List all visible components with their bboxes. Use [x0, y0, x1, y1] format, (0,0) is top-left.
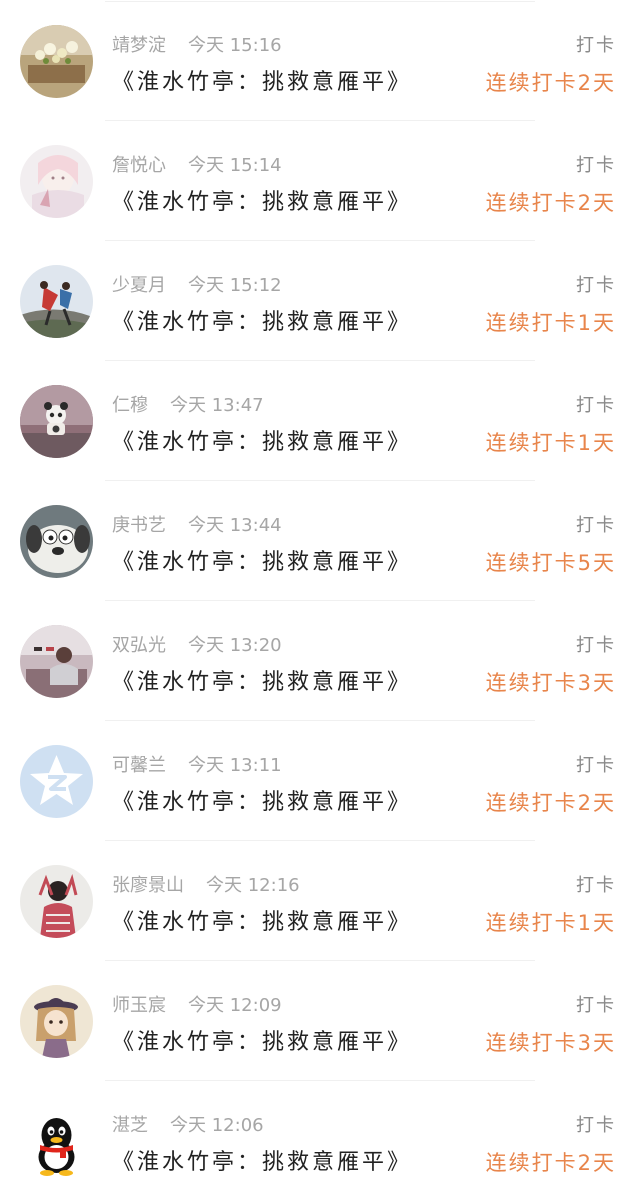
- checkin-time: 今天 13:20: [188, 635, 282, 656]
- checkin-label: 打卡: [576, 875, 616, 896]
- checkin-item[interactable]: 双弘光 今天 13:20 《淮水竹亭：挑救意雁平》 打卡 连续打卡3天: [0, 600, 640, 721]
- course-title[interactable]: 《淮水竹亭：挑救意雁平》: [112, 662, 412, 698]
- checkin-item[interactable]: 仁穆 今天 13:47 《淮水竹亭：挑救意雁平》 打卡 连续打卡1天: [0, 360, 640, 481]
- checkin-meta: 可馨兰 今天 13:11: [112, 750, 282, 778]
- checkin-item[interactable]: 少夏月 今天 15:12 《淮水竹亭：挑救意雁平》 打卡 连续打卡1天: [0, 240, 640, 361]
- anime-illustration-avatar[interactable]: [20, 145, 93, 218]
- username[interactable]: 詹悦心: [112, 151, 166, 177]
- checkin-meta: 仁穆 今天 13:47: [112, 390, 264, 418]
- checkin-time: 今天 15:16: [188, 35, 282, 56]
- dancing-couple-icon: [20, 265, 93, 338]
- checkin-item[interactable]: 湛芝 今天 12:06 《淮水竹亭：挑救意雁平》 打卡 连续打卡2天: [0, 1080, 640, 1200]
- qzone-star-avatar[interactable]: [20, 745, 93, 818]
- course-title[interactable]: 《淮水竹亭：挑救意雁平》: [112, 1142, 412, 1178]
- course-title[interactable]: 《淮水竹亭：挑救意雁平》: [112, 182, 412, 218]
- person-photo-avatar[interactable]: [20, 625, 93, 698]
- streak-count: 连续打卡5天: [485, 551, 616, 575]
- anime-illustration-icon: [20, 145, 93, 218]
- checkin-label: 打卡: [576, 275, 616, 296]
- person-photo-icon: [20, 625, 93, 698]
- streak-count: 连续打卡2天: [485, 71, 616, 95]
- checkin-meta: 庚书艺 今天 13:44: [112, 510, 282, 538]
- qzone-star-icon: [20, 745, 93, 818]
- course-title[interactable]: 《淮水竹亭：挑救意雁平》: [112, 902, 412, 938]
- streak-count: 连续打卡2天: [485, 791, 616, 815]
- checkin-meta: 詹悦心 今天 15:14: [112, 150, 282, 178]
- checkin-time: 今天 12:16: [206, 875, 300, 896]
- course-title[interactable]: 《淮水竹亭：挑救意雁平》: [112, 422, 412, 458]
- checkin-item[interactable]: 张廖景山 今天 12:16 《淮水竹亭：挑救意雁平》 打卡 连续打卡1天: [0, 840, 640, 961]
- checkin-label: 打卡: [576, 1115, 616, 1136]
- checkin-time: 今天 15:14: [188, 155, 282, 176]
- checkin-label: 打卡: [576, 755, 616, 776]
- course-title[interactable]: 《淮水竹亭：挑救意雁平》: [112, 782, 412, 818]
- username[interactable]: 仁穆: [112, 391, 148, 417]
- checkin-label: 打卡: [576, 395, 616, 416]
- checkin-meta: 张廖景山 今天 12:16: [112, 870, 300, 898]
- checkin-time: 今天 15:12: [188, 275, 282, 296]
- checkin-item[interactable]: 师玉宸 今天 12:09 《淮水竹亭：挑救意雁平》 打卡 连续打卡3天: [0, 960, 640, 1081]
- checkin-time: 今天 12:09: [188, 995, 282, 1016]
- checkin-item[interactable]: 庚书艺 今天 13:44 《淮水竹亭：挑救意雁平》 打卡 连续打卡5天: [0, 480, 640, 601]
- streak-count: 连续打卡1天: [485, 911, 616, 935]
- checkin-time: 今天 13:44: [188, 515, 282, 536]
- checkin-item[interactable]: 靖梦淀 今天 15:16 《淮水竹亭：挑救意雁平》 打卡 连续打卡2天: [0, 0, 640, 121]
- checkin-item[interactable]: 可馨兰 今天 13:11 《淮水竹亭：挑救意雁平》 打卡 连续打卡2天: [0, 720, 640, 841]
- hat-girl-icon: [20, 985, 93, 1058]
- streak-count: 连续打卡3天: [485, 1031, 616, 1055]
- username[interactable]: 湛芝: [112, 1111, 148, 1137]
- checkin-time: 今天 12:06: [170, 1115, 264, 1136]
- streak-count: 连续打卡1天: [485, 311, 616, 335]
- qq-penguin-avatar[interactable]: [20, 1105, 93, 1178]
- username[interactable]: 庚书艺: [112, 511, 166, 537]
- cartoon-dog-icon: [20, 505, 93, 578]
- flower-photo-avatar[interactable]: [20, 25, 93, 98]
- streak-count: 连续打卡2天: [485, 1151, 616, 1175]
- checkin-meta: 靖梦淀 今天 15:16: [112, 30, 282, 58]
- checkin-time: 今天 13:11: [188, 755, 282, 776]
- checkin-label: 打卡: [576, 515, 616, 536]
- checkin-meta: 师玉宸 今天 12:09: [112, 990, 282, 1018]
- checkin-label: 打卡: [576, 155, 616, 176]
- course-title[interactable]: 《淮水竹亭：挑救意雁平》: [112, 62, 412, 98]
- hat-girl-avatar[interactable]: [20, 985, 93, 1058]
- username[interactable]: 双弘光: [112, 631, 166, 657]
- checkin-meta: 少夏月 今天 15:12: [112, 270, 282, 298]
- username[interactable]: 少夏月: [112, 271, 166, 297]
- panda-toy-icon: [20, 385, 93, 458]
- checkin-time: 今天 13:47: [170, 395, 264, 416]
- checkin-meta: 双弘光 今天 13:20: [112, 630, 282, 658]
- checkin-meta: 湛芝 今天 12:06: [112, 1110, 264, 1138]
- girl-photo-avatar[interactable]: [20, 865, 93, 938]
- flower-photo-icon: [20, 25, 93, 98]
- username[interactable]: 可馨兰: [112, 751, 166, 777]
- username[interactable]: 张廖景山: [112, 871, 184, 897]
- dancing-couple-avatar[interactable]: [20, 265, 93, 338]
- panda-toy-avatar[interactable]: [20, 385, 93, 458]
- cartoon-dog-avatar[interactable]: [20, 505, 93, 578]
- qq-penguin-icon: [20, 1105, 93, 1178]
- checkin-item[interactable]: 詹悦心 今天 15:14 《淮水竹亭：挑救意雁平》 打卡 连续打卡2天: [0, 120, 640, 241]
- streak-count: 连续打卡3天: [485, 671, 616, 695]
- girl-photo-icon: [20, 865, 93, 938]
- checkin-label: 打卡: [576, 995, 616, 1016]
- username[interactable]: 靖梦淀: [112, 31, 166, 57]
- checkin-label: 打卡: [576, 635, 616, 656]
- course-title[interactable]: 《淮水竹亭：挑救意雁平》: [112, 542, 412, 578]
- checkin-label: 打卡: [576, 35, 616, 56]
- streak-count: 连续打卡2天: [485, 191, 616, 215]
- course-title[interactable]: 《淮水竹亭：挑救意雁平》: [112, 302, 412, 338]
- course-title[interactable]: 《淮水竹亭：挑救意雁平》: [112, 1022, 412, 1058]
- username[interactable]: 师玉宸: [112, 991, 166, 1017]
- streak-count: 连续打卡1天: [485, 431, 616, 455]
